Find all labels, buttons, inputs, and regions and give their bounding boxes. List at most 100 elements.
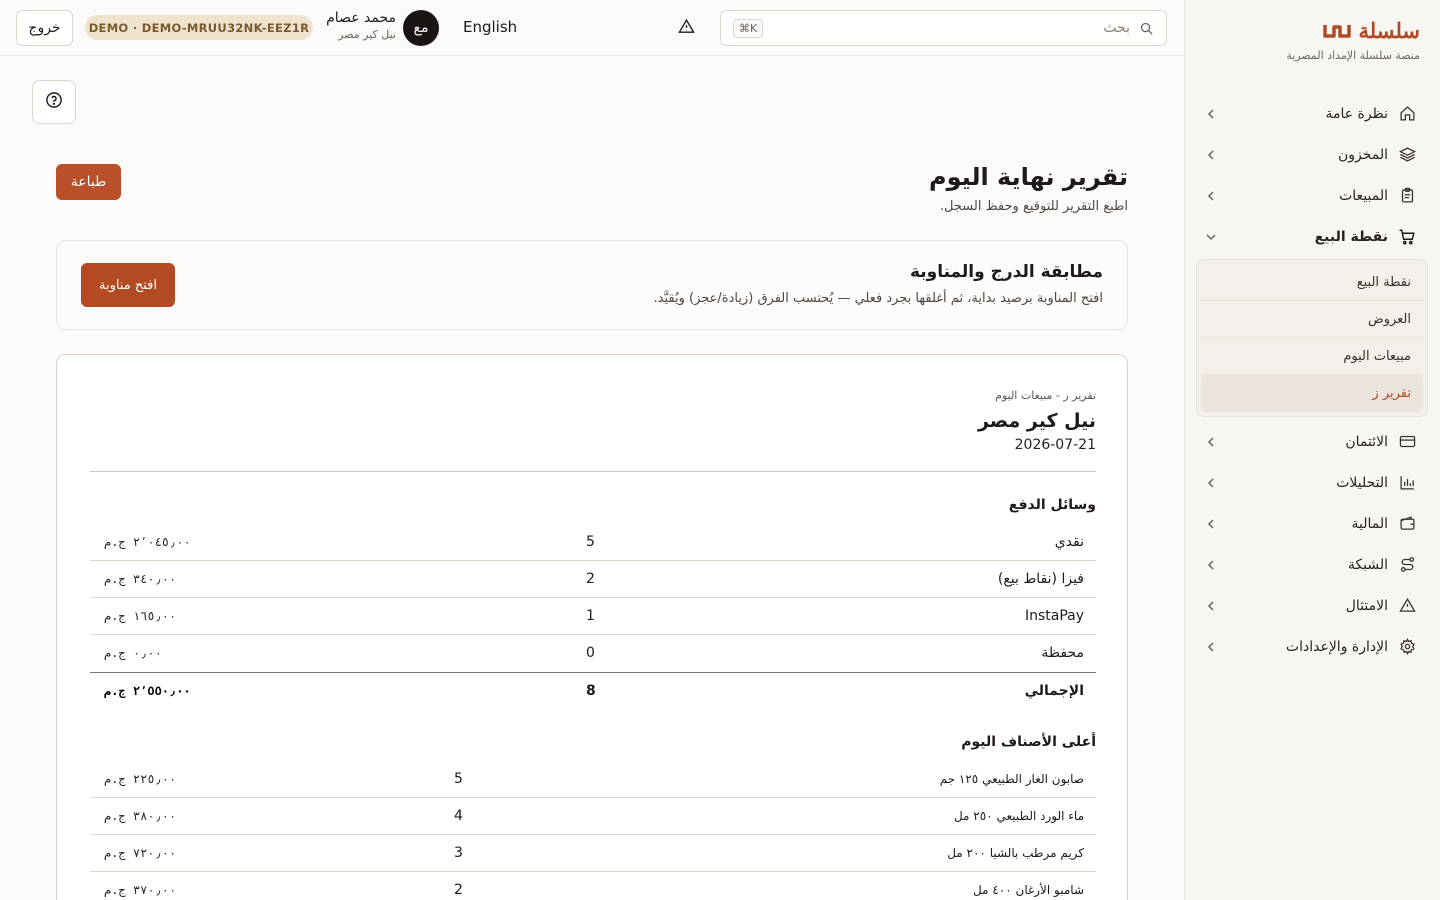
page-header: تقرير نهاية اليوم اطبع التقرير للتوقيع و… — [929, 163, 1128, 214]
submenu-item-offers[interactable]: العروض — [1201, 301, 1423, 338]
warning-icon — [677, 18, 695, 39]
search-placeholder: بحث — [1103, 20, 1130, 36]
payment-amount: ٣٤٠٫٠٠ ج.م — [104, 572, 177, 586]
search-icon — [1138, 20, 1154, 36]
submenu-item-pos[interactable]: نقطة البيع — [1201, 264, 1423, 301]
table-row: InstaPay 1 ١٦٥٫٠٠ ج.م — [90, 598, 1096, 635]
item-amount: ٣٨٠٫٠٠ ج.م — [104, 809, 177, 823]
help-button[interactable] — [32, 80, 76, 124]
sidebar-nav: نظرة عامة المخزون المبيعات نقطة البيع نق… — [1196, 93, 1428, 667]
payments-table: نقدي 5 ٢٬٠٤٥٫٠٠ ج.م فيزا (نقاط بيع) 2 ٣٤… — [90, 524, 1096, 710]
user-name: محمد عصام — [326, 10, 396, 26]
top-items-table: صابون الغار الطبيعي ١٢٥ جم 5 ٢٢٥٫٠٠ ج.م … — [90, 761, 1096, 900]
z-report-card: تقرير ز - مبيعات اليوم نيل كير مصر 2026-… — [56, 354, 1128, 900]
payment-amount: ٠٫٠٠ ج.م — [104, 646, 162, 660]
table-row: ماء الورد الطبيعي ٢٥٠ مل 4 ٣٨٠٫٠٠ ج.م — [90, 798, 1096, 835]
sidebar-item-label: الامتثال — [1345, 597, 1388, 614]
alerts-button[interactable] — [676, 18, 696, 38]
chevron-left-icon — [1204, 189, 1218, 203]
sidebar-item-label: المالية — [1351, 515, 1388, 532]
sidebar-item-credit[interactable]: الائتمان — [1196, 421, 1428, 462]
item-name: شامبو الأرغان ٤٠٠ مل — [973, 883, 1084, 897]
chevron-down-icon — [1204, 230, 1218, 244]
page-title: تقرير نهاية اليوم — [929, 163, 1128, 191]
table-row: محفظة 0 ٠٫٠٠ ج.م — [90, 635, 1096, 672]
demo-badge: DEMO · DEMO-MRUU32NK-EEZ1R — [85, 15, 313, 40]
logout-button[interactable]: خروج — [16, 10, 73, 46]
page-subtitle: اطبع التقرير للتوقيع وحفظ السجل. — [939, 199, 1128, 214]
sidebar-item-analytics[interactable]: التحليلات — [1196, 462, 1428, 503]
chevron-left-icon — [1204, 517, 1218, 531]
sidebar-item-label: المخزون — [1337, 146, 1388, 163]
item-qty: 2 — [454, 882, 463, 898]
drawer-reconciliation-card: مطابقة الدرج والمناوبة افتح المناوبة برص… — [56, 240, 1128, 330]
avatar[interactable]: مع — [403, 10, 439, 46]
item-name: ماء الورد الطبيعي ٢٥٠ مل — [953, 809, 1084, 823]
home-icon — [1398, 105, 1416, 123]
search-input[interactable]: بحث ⌘K — [720, 10, 1167, 46]
chevron-left-icon — [1204, 107, 1218, 121]
table-row: نقدي 5 ٢٬٠٤٥٫٠٠ ج.م — [90, 524, 1096, 561]
chevron-left-icon — [1204, 148, 1218, 162]
sidebar-item-inventory[interactable]: المخزون — [1196, 134, 1428, 175]
sidebar-item-settings[interactable]: الإدارة والإعدادات — [1196, 626, 1428, 667]
sidebar-item-label: الشبكة — [1347, 556, 1388, 573]
submenu-item-z-report[interactable]: تقرير ز — [1201, 375, 1423, 412]
route-icon — [1398, 556, 1416, 574]
chevron-left-icon — [1204, 558, 1218, 572]
sidebar-item-compliance[interactable]: الامتثال — [1196, 585, 1428, 626]
payment-amount: ١٦٥٫٠٠ ج.م — [104, 609, 177, 623]
print-button[interactable]: طباعة — [56, 164, 121, 200]
sidebar-item-finance[interactable]: المالية — [1196, 503, 1428, 544]
total-count: 8 — [586, 683, 596, 699]
item-amount: ٧٢٠٫٠٠ ج.م — [104, 846, 177, 860]
user-org: نيل كير مصر — [338, 28, 396, 41]
chevron-left-icon — [1204, 435, 1218, 449]
shortcut-hint: ⌘K — [733, 18, 764, 38]
pos-submenu: نقطة البيع العروض مبيعات اليوم تقرير ز — [1196, 259, 1428, 417]
reconciliation-description: افتح المناوبة برصيد بداية، ثم أغلقها بجر… — [653, 291, 1103, 306]
warning-icon — [1398, 597, 1416, 615]
total-row: الإجمالي 8 ٢٬٥٥٠٫٠٠ ج.م — [90, 672, 1096, 710]
help-circle-icon — [45, 91, 63, 113]
sidebar-item-sales[interactable]: المبيعات — [1196, 175, 1428, 216]
brand-subtitle: منصة سلسلة الإمداد المصرية — [1286, 49, 1420, 62]
payment-method: محفظة — [1041, 645, 1084, 661]
item-qty: 3 — [454, 845, 463, 861]
sidebar-item-label: المبيعات — [1339, 187, 1388, 204]
gear-icon — [1398, 638, 1416, 656]
bar-chart-icon — [1398, 474, 1416, 492]
open-shift-button[interactable]: افتح مناوبة — [81, 263, 175, 307]
sidebar-item-label: الائتمان — [1345, 433, 1388, 450]
item-amount: ٢٢٥٫٠٠ ج.م — [104, 772, 177, 786]
payment-count: 0 — [586, 645, 595, 661]
sidebar-item-pos[interactable]: نقطة البيع — [1196, 216, 1428, 257]
chevron-left-icon — [1204, 476, 1218, 490]
credit-card-icon — [1398, 433, 1416, 451]
sidebar: سلسلة منصة سلسلة الإمداد المصرية نظرة عا… — [1184, 0, 1440, 900]
wallet-icon — [1398, 515, 1416, 533]
table-row: صابون الغار الطبيعي ١٢٥ جم 5 ٢٢٥٫٠٠ ج.م — [90, 761, 1096, 798]
item-name: كريم مرطب بالشيا ٢٠٠ مل — [947, 846, 1084, 860]
payment-method: نقدي — [1054, 534, 1084, 550]
sidebar-item-label: التحليلات — [1336, 474, 1388, 491]
payment-count: 2 — [586, 571, 595, 587]
reconciliation-title: مطابقة الدرج والمناوبة — [909, 262, 1103, 282]
sidebar-item-label: الإدارة والإعدادات — [1285, 638, 1388, 655]
item-qty: 4 — [454, 808, 463, 824]
item-name: صابون الغار الطبيعي ١٢٥ جم — [939, 772, 1084, 786]
submenu-item-today-sales[interactable]: مبيعات اليوم — [1201, 338, 1423, 375]
total-amount: ٢٬٥٥٠٫٠٠ ج.م — [104, 684, 191, 698]
brand: سلسلة منصة سلسلة الإمداد المصرية — [1286, 18, 1420, 62]
language-toggle[interactable]: English — [463, 18, 517, 36]
payment-count: 5 — [586, 534, 595, 550]
layers-icon — [1398, 146, 1416, 164]
divider — [90, 471, 1096, 472]
top-items-section-title: أعلى الأصناف اليوم — [961, 734, 1096, 750]
clipboard-icon — [1398, 187, 1416, 205]
sidebar-item-network[interactable]: الشبكة — [1196, 544, 1428, 585]
sidebar-item-overview[interactable]: نظرة عامة — [1196, 93, 1428, 134]
report-date: 2026-07-21 — [1014, 437, 1096, 453]
report-store-name: نيل كير مصر — [977, 410, 1096, 432]
chevron-left-icon — [1204, 599, 1218, 613]
